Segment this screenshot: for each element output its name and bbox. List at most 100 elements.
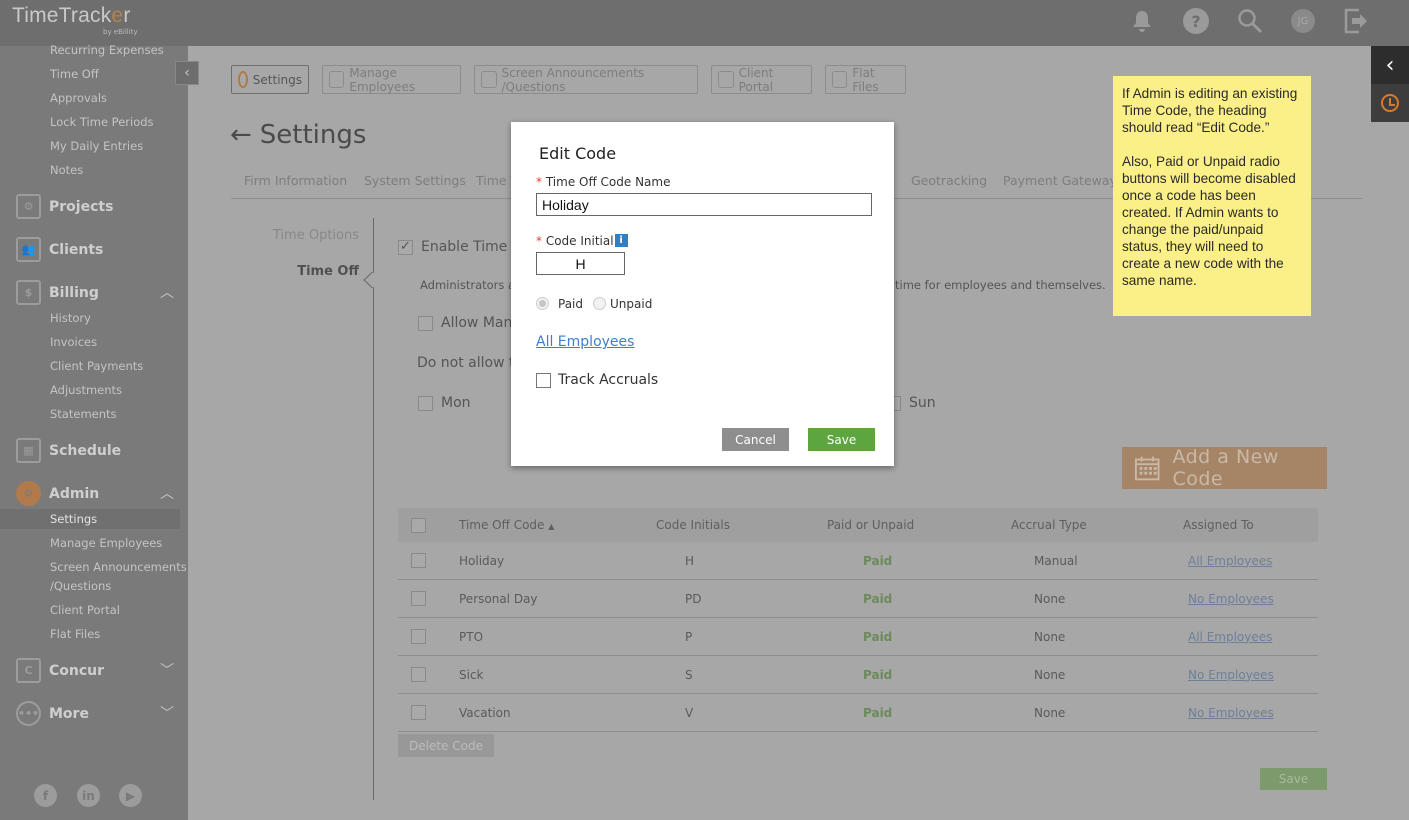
info-icon[interactable]: i <box>614 234 628 247</box>
sidebar-item-flat-files[interactable]: Flat Files <box>50 627 100 641</box>
delete-code-button[interactable]: Delete Code <box>398 734 494 757</box>
tab-geotracking[interactable]: Geotracking <box>911 173 987 188</box>
timer-icon[interactable] <box>1371 84 1409 122</box>
header-paid-or-unpaid[interactable]: Paid or Unpaid <box>827 518 914 532</box>
sidebar-item-notes[interactable]: Notes <box>50 163 83 177</box>
allow-managers-checkbox[interactable] <box>418 315 433 331</box>
enable-time-off-checkbox[interactable]: ✓ <box>398 239 413 255</box>
row-checkbox[interactable] <box>411 591 426 606</box>
subnav-settings[interactable]: Settings <box>231 65 309 94</box>
subnav-screen-announcements[interactable]: Screen Announcements /Questions <box>474 65 698 94</box>
select-all-checkbox[interactable] <box>411 517 426 533</box>
mon-checkbox[interactable] <box>418 395 433 411</box>
cell-assigned-link[interactable]: All Employees <box>1188 630 1272 644</box>
subnav-client-portal[interactable]: Client Portal <box>711 65 812 94</box>
sidebar-item-projects[interactable]: ⚙ Projects <box>16 194 113 219</box>
admin-description: Administrators ar <box>420 278 520 292</box>
sidebar-item-schedule[interactable]: ▦ Schedule <box>16 438 121 463</box>
sidebar-item-screen-announcements-questions[interactable]: /Questions <box>50 579 111 593</box>
header-time-off-code[interactable]: Time Off Code ▲ <box>459 518 554 532</box>
add-new-code-button[interactable]: Add a New Code <box>1122 446 1327 490</box>
cell-assigned-link[interactable]: No Employees <box>1188 668 1274 682</box>
sidebar-item-statements[interactable]: Statements <box>50 407 117 421</box>
sidebar-item-concur[interactable]: C Concur <box>16 658 104 683</box>
sidebar-item-time-off[interactable]: Time Off <box>50 67 99 81</box>
logo-subtitle: by eBillity <box>103 28 138 36</box>
sidebar-item-recurring-expenses[interactable]: Recurring Expenses <box>50 43 164 57</box>
files-icon <box>832 71 848 88</box>
row-checkbox[interactable] <box>411 705 426 720</box>
cell-code: Sick <box>459 667 484 682</box>
table-row[interactable]: Vacation V Paid None No Employees <box>398 694 1318 732</box>
back-arrow-icon[interactable]: ← <box>230 120 252 150</box>
annotation-note: If Admin is editing an existing Time Cod… <box>1113 76 1311 316</box>
logout-icon[interactable] <box>1343 8 1369 34</box>
bell-icon[interactable] <box>1129 8 1155 34</box>
modal-save-button[interactable]: Save <box>808 428 875 451</box>
chevron-up-icon[interactable]: ︿ <box>160 282 174 302</box>
cell-assigned-link[interactable]: All Employees <box>1188 554 1272 568</box>
header-accrual-type[interactable]: Accrual Type <box>1011 518 1087 532</box>
sidebar-item-clients[interactable]: 👥 Clients <box>16 237 103 262</box>
sidebar-item-adjustments[interactable]: Adjustments <box>50 383 122 397</box>
table-row[interactable]: Sick S Paid None No Employees <box>398 656 1318 694</box>
header-assigned-to[interactable]: Assigned To <box>1183 518 1254 532</box>
help-icon[interactable]: ? <box>1183 8 1209 34</box>
table-row[interactable]: Holiday H Paid Manual All Employees <box>398 542 1318 580</box>
assigned-employees-link[interactable]: All Employees <box>536 334 634 350</box>
leftnav-time-options[interactable]: Time Options <box>273 228 359 243</box>
row-checkbox[interactable] <box>411 667 426 682</box>
sidebar-item-my-daily-entries[interactable]: My Daily Entries <box>50 139 143 153</box>
day-mon[interactable]: Mon <box>418 395 471 411</box>
more-icon: ••• <box>16 701 41 726</box>
sidebar-item-admin[interactable]: ⚙ Admin <box>16 481 99 506</box>
row-checkbox[interactable] <box>411 629 426 644</box>
projects-icon: ⚙ <box>16 194 41 219</box>
chevron-up-icon[interactable]: ︿ <box>160 483 174 503</box>
save-button[interactable]: Save <box>1260 768 1327 790</box>
track-accruals-label[interactable]: Track Accruals <box>558 372 658 388</box>
chevron-down-icon[interactable]: ﹀ <box>160 660 174 680</box>
tab-system-settings[interactable]: System Settings <box>364 173 466 188</box>
chevron-left-icon[interactable]: ‹ <box>1371 46 1409 84</box>
facebook-icon[interactable]: f <box>34 784 57 807</box>
subnav-manage-employees[interactable]: Manage Employees <box>322 65 461 94</box>
search-icon[interactable] <box>1237 8 1263 34</box>
track-accruals-checkbox[interactable] <box>536 373 551 388</box>
linkedin-icon[interactable]: in <box>77 784 100 807</box>
code-initial-input[interactable] <box>536 252 625 275</box>
sidebar-item-manage-employees[interactable]: Manage Employees <box>50 536 162 550</box>
enable-time-off-option[interactable]: ✓ Enable Time O <box>398 239 523 255</box>
sidebar-item-client-portal[interactable]: Client Portal <box>50 603 120 617</box>
sidebar-item-settings[interactable]: Settings <box>50 512 97 526</box>
sidebar-item-client-payments[interactable]: Client Payments <box>50 359 143 373</box>
sidebar-item-history[interactable]: History <box>50 311 91 325</box>
youtube-icon[interactable]: ▶ <box>119 784 142 807</box>
leftnav-time-off[interactable]: Time Off <box>297 264 359 279</box>
allow-managers-option[interactable]: Allow Mana <box>418 315 521 331</box>
sidebar-item-lock-time-periods[interactable]: Lock Time Periods <box>50 115 154 129</box>
subnav-flat-files[interactable]: Flat Files <box>825 65 906 94</box>
sidebar-item-more[interactable]: ••• More <box>16 701 89 726</box>
avatar[interactable]: JG <box>1291 9 1315 33</box>
row-checkbox[interactable] <box>411 553 426 568</box>
sidebar-item-approvals[interactable]: Approvals <box>50 91 107 105</box>
header-code-initials[interactable]: Code Initials <box>656 518 730 532</box>
cell-accrual: None <box>1034 591 1066 606</box>
cell-assigned-link[interactable]: No Employees <box>1188 706 1274 720</box>
sidebar-item-billing[interactable]: $ Billing <box>16 280 99 305</box>
table-row[interactable]: PTO P Paid None All Employees <box>398 618 1318 656</box>
sidebar-item-invoices[interactable]: Invoices <box>50 335 97 349</box>
table-header: Time Off Code ▲ Code Initials Paid or Un… <box>398 508 1318 542</box>
calendar-icon <box>1134 456 1160 481</box>
sidebar-item-screen-announcements[interactable]: Screen Announcements <box>50 560 187 574</box>
cell-assigned-link[interactable]: No Employees <box>1188 592 1274 606</box>
code-name-input[interactable] <box>536 193 872 216</box>
tab-firm-information[interactable]: Firm Information <box>244 173 347 188</box>
collapse-sidebar-button[interactable]: ‹ <box>175 61 199 85</box>
tab-payment-gateway[interactable]: Payment Gateway <box>1003 173 1117 188</box>
cancel-button[interactable]: Cancel <box>722 428 789 451</box>
app-logo[interactable]: TimeTracker <box>12 4 131 28</box>
table-row[interactable]: Personal Day PD Paid None No Employees <box>398 580 1318 618</box>
chevron-down-icon[interactable]: ﹀ <box>160 703 174 723</box>
